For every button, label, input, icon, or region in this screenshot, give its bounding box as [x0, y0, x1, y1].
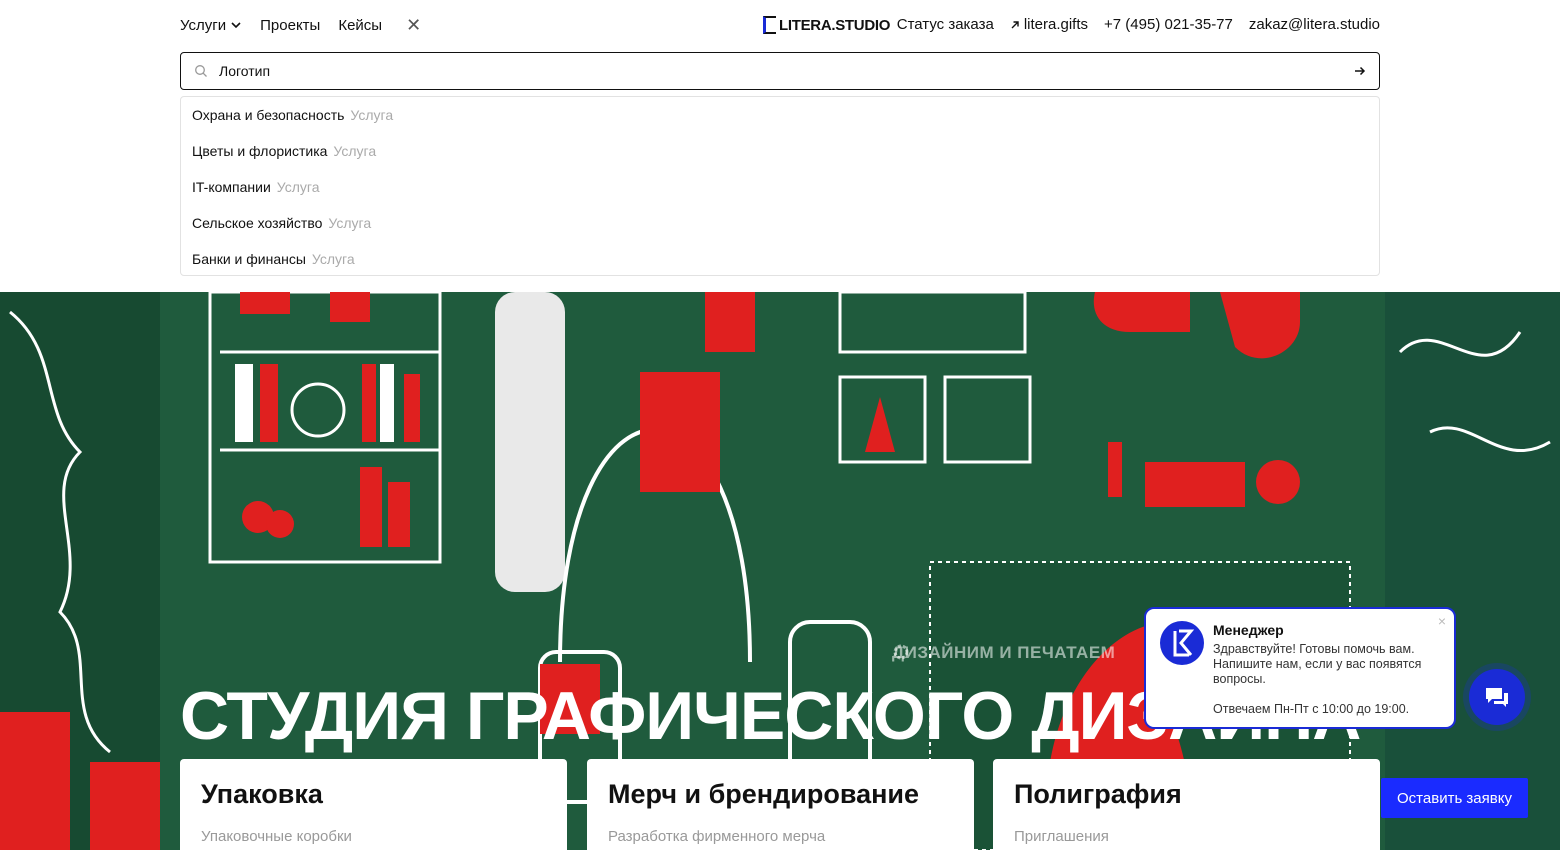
hero-subtitle: ДИЗАЙНИМ И ПЕЧАТАЕМ [892, 643, 1115, 663]
hero-section: ДИЗАЙНИМ И ПЕЧАТАЕМ СТУДИЯ ГРАФИЧЕСКОГО … [0, 292, 1560, 850]
nav-projects[interactable]: Проекты [260, 17, 320, 34]
suggestion-label: Банки и финансы [192, 251, 306, 267]
litera-logo-icon [1173, 629, 1195, 657]
order-status-link[interactable]: Статус заказа [897, 16, 994, 33]
chat-message: Здравствуйте! Готовы помочь вам. Напишит… [1213, 642, 1422, 686]
main-nav: Услуги Проекты Кейсы ✕ [180, 16, 421, 34]
card-subtitle[interactable]: Упаковочные коробки [201, 828, 546, 845]
suggestion-kind: Услуга [328, 215, 372, 231]
search-input[interactable] [219, 63, 1341, 79]
category-card-packaging[interactable]: Упаковка Упаковочные коробки [180, 759, 567, 850]
hero-subtitle-text: ДИЗАЙНИМ И ПЕЧАТАЕМ [892, 643, 1116, 662]
external-arrow-icon [1011, 20, 1019, 28]
nav-cases[interactable]: Кейсы [338, 17, 382, 34]
avatar [1160, 621, 1204, 665]
close-icon[interactable]: ✕ [406, 16, 421, 34]
suggestion-kind: Услуга [276, 179, 320, 195]
suggestion-label: Сельское хозяйство [192, 215, 323, 231]
logo-text: LITERA.STUDIO [779, 16, 891, 34]
search-icon [195, 65, 207, 77]
suggestion-item[interactable]: Цветы и флористика Услуга [181, 133, 1379, 169]
suggestion-item[interactable]: Сельское хозяйство Услуга [181, 205, 1379, 241]
suggestion-label: IT-компании [192, 179, 271, 195]
search-submit-button[interactable] [1341, 53, 1379, 89]
logo[interactable]: LITERA.STUDIO [763, 16, 890, 34]
suggestion-item[interactable]: IT-компании Услуга [181, 169, 1379, 205]
category-card-print[interactable]: Полиграфия Приглашения [993, 759, 1380, 850]
nav-services-label: Услуги [180, 16, 227, 34]
card-title: Упаковка [201, 779, 323, 809]
chat-hours: Отвечаем Пн-Пт с 10:00 до 19:00. [1213, 702, 1410, 716]
chat-open-button[interactable] [1469, 669, 1525, 725]
contact-nav: Статус заказа litera.gifts +7 (495) 021-… [897, 16, 1380, 33]
chat-popup: Менеджер Здравствуйте! Готовы помочь вам… [1144, 607, 1456, 729]
phone-link[interactable]: +7 (495) 021-35-77 [1104, 16, 1233, 33]
email-link[interactable]: zakaz@litera.studio [1249, 16, 1380, 33]
suggestion-kind: Услуга [333, 143, 377, 159]
chat-sender-name: Менеджер [1213, 622, 1284, 638]
category-card-merch[interactable]: Мерч и брендирование Разработка фирменно… [587, 759, 974, 850]
suggestion-kind: Услуга [311, 251, 355, 267]
request-button[interactable]: Оставить заявку [1381, 778, 1528, 818]
gifts-link[interactable]: litera.gifts [1010, 16, 1088, 33]
suggestion-label: Охрана и безопасность [192, 107, 345, 123]
header: Услуги Проекты Кейсы ✕ LITERA.STUDIO Ста… [0, 0, 1560, 52]
gear-icon [893, 644, 909, 660]
card-subtitle[interactable]: Разработка фирменного мерча [608, 828, 953, 845]
suggestion-item[interactable]: Охрана и безопасность Услуга [181, 97, 1379, 133]
search-suggestions: Охрана и безопасность Услуга Цветы и фло… [180, 96, 1380, 276]
search-box [180, 52, 1380, 90]
suggestion-label: Цветы и флористика [192, 143, 328, 159]
arrow-right-icon [1355, 66, 1366, 76]
chevron-down-icon [231, 22, 241, 29]
nav-services[interactable]: Услуги [180, 17, 242, 34]
suggestion-kind: Услуга [350, 107, 394, 123]
gifts-link-label: litera.gifts [1023, 16, 1089, 33]
chat-bubble-icon [1486, 688, 1508, 707]
logo-mark-icon [763, 16, 776, 34]
card-title: Полиграфия [1014, 779, 1182, 809]
card-title: Мерч и брендирование [608, 779, 920, 809]
suggestion-item[interactable]: Банки и финансы Услуга [181, 241, 1379, 277]
card-subtitle[interactable]: Приглашения [1014, 828, 1359, 845]
close-icon[interactable]: × [1438, 613, 1446, 629]
